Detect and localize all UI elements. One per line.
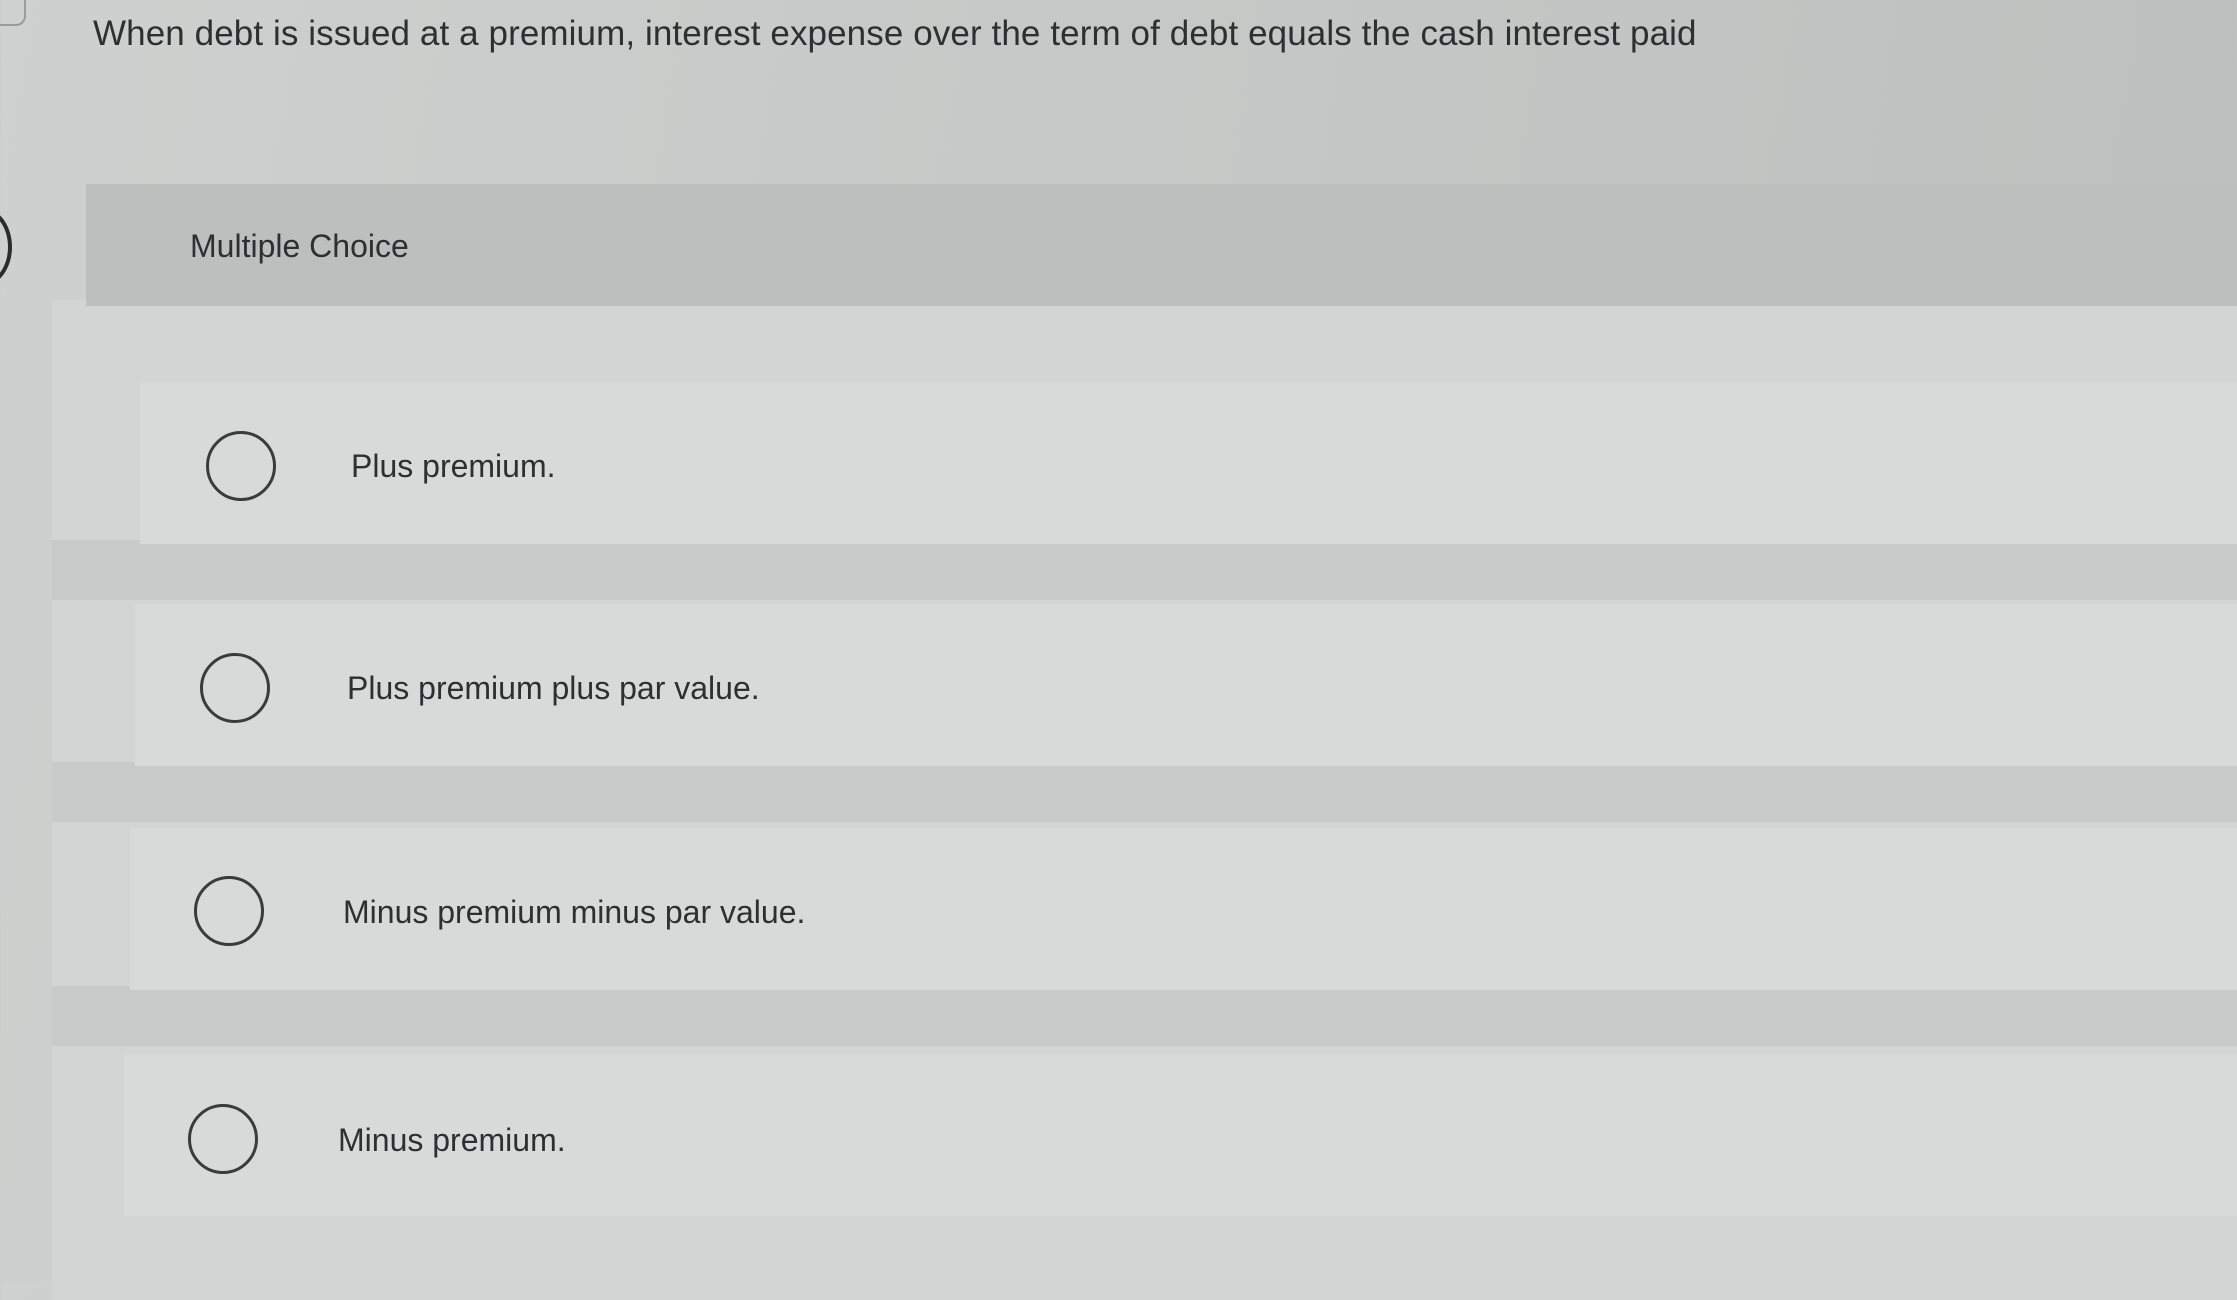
corner-mark (0, 0, 26, 26)
option-divider (52, 762, 2237, 822)
scroll-handle[interactable] (0, 208, 12, 286)
question-text: When debt is issued at a premium, intere… (93, 14, 1697, 53)
radio-option-3[interactable] (194, 876, 264, 946)
radio-option-4[interactable] (188, 1104, 258, 1174)
option-1-label: Plus premium. (351, 448, 556, 484)
option-3-label: Minus premium minus par value. (343, 894, 806, 930)
panel-header-label: Multiple Choice (190, 228, 409, 264)
option-divider (52, 540, 2237, 600)
option-2-label: Plus premium plus par value. (347, 670, 760, 706)
radio-option-2[interactable] (200, 653, 270, 723)
option-divider (52, 986, 2237, 1046)
option-4-label: Minus premium. (338, 1122, 566, 1158)
radio-option-1[interactable] (206, 431, 276, 501)
